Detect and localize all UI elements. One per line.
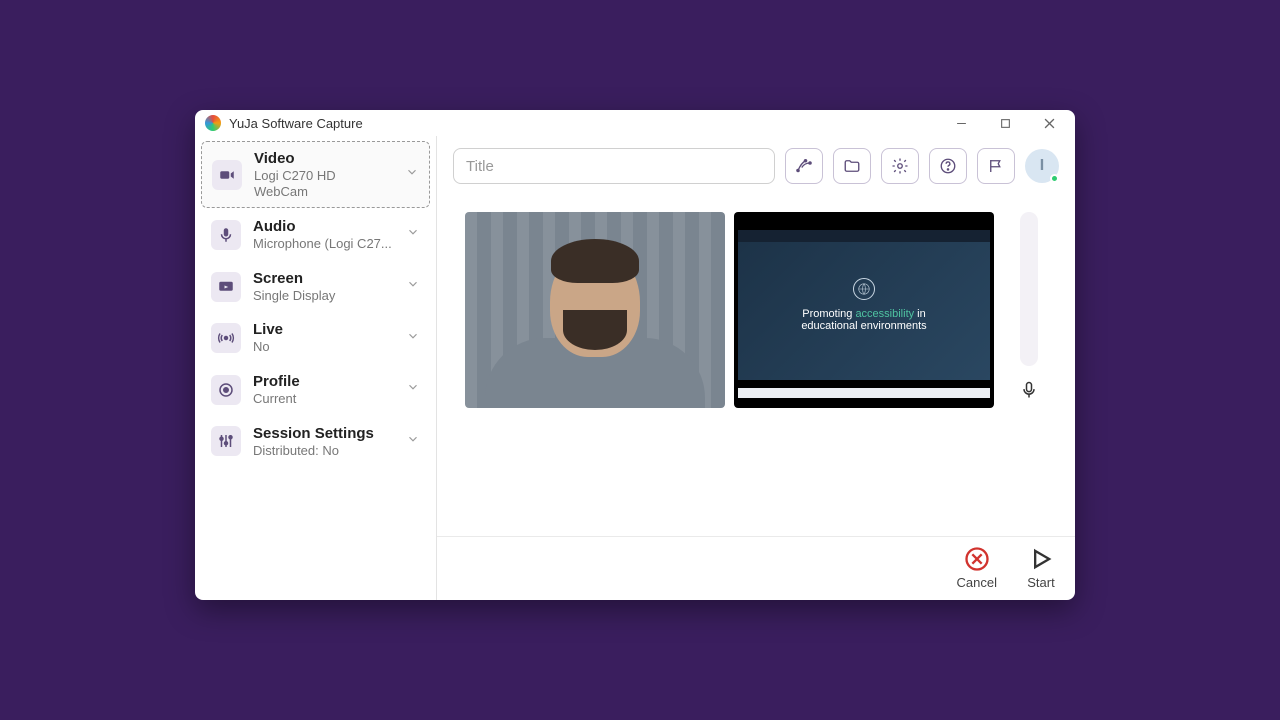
sidebar-item-profile[interactable]: Profile Current <box>201 365 430 415</box>
sidebar-item-sub: No <box>253 339 394 355</box>
sidebar-item-live[interactable]: Live No <box>201 313 430 363</box>
sidebar-item-session-settings[interactable]: Session Settings Distributed: No <box>201 417 430 467</box>
folder-icon <box>843 157 861 175</box>
maximize-icon <box>1000 118 1011 129</box>
sidebar-item-audio[interactable]: Audio Microphone (Logi C27... <box>201 210 430 260</box>
sidebar-item-sub: Single Display <box>253 288 394 304</box>
cancel-button[interactable]: Cancel <box>957 545 997 590</box>
help-icon <box>939 157 957 175</box>
sidebar-item-sub: Current <box>253 391 394 407</box>
flag-button[interactable] <box>977 148 1015 184</box>
app-icon <box>205 115 221 131</box>
library-button[interactable] <box>833 148 871 184</box>
sidebar-item-screen[interactable]: Screen Single Display <box>201 262 430 312</box>
chevron-down-icon <box>406 329 420 348</box>
app-window: YuJa Software Capture Video Logi C270 HD… <box>195 110 1075 600</box>
camera-preview[interactable] <box>465 212 725 408</box>
screen-preview[interactable]: Promoting accessibility in educational e… <box>734 212 994 408</box>
sidebar-item-label: Live <box>253 321 394 339</box>
sidebar-item-label: Video <box>254 150 393 168</box>
sidebar-item-label: Profile <box>253 373 394 391</box>
start-button[interactable]: Start <box>1027 545 1055 590</box>
chevron-down-icon <box>406 380 420 399</box>
chevron-down-icon <box>406 225 420 244</box>
annotate-icon <box>795 157 813 175</box>
globe-icon <box>853 278 875 300</box>
broadcast-icon <box>211 323 241 353</box>
avatar-initial: I <box>1040 157 1044 175</box>
sidebar-item-sub: Microphone (Logi C27... <box>253 236 394 252</box>
gear-icon <box>891 157 909 175</box>
minimize-icon <box>956 118 967 129</box>
screen-icon <box>211 272 241 302</box>
sidebar-item-label: Screen <box>253 270 394 288</box>
avatar[interactable]: I <box>1025 149 1059 183</box>
title-input[interactable] <box>453 148 775 184</box>
cancel-icon <box>963 545 991 573</box>
sidebar-item-sub: Logi C270 HD WebCam <box>254 168 393 199</box>
cancel-label: Cancel <box>957 575 997 590</box>
chevron-down-icon <box>406 277 420 296</box>
mic-level-meter <box>1020 212 1038 366</box>
screen-preview-line1: Promoting accessibility in <box>802 308 926 320</box>
settings-button[interactable] <box>881 148 919 184</box>
sliders-icon <box>211 426 241 456</box>
sidebar-item-video[interactable]: Video Logi C270 HD WebCam <box>201 141 430 208</box>
titlebar: YuJa Software Capture <box>195 110 1075 136</box>
microphone-icon <box>211 220 241 250</box>
flag-icon <box>987 157 1005 175</box>
target-icon <box>211 375 241 405</box>
start-label: Start <box>1027 575 1054 590</box>
window-title: YuJa Software Capture <box>229 116 939 131</box>
microphone-icon <box>1019 380 1039 400</box>
status-dot-online <box>1050 174 1059 183</box>
play-icon <box>1027 545 1055 573</box>
sidebar-item-sub: Distributed: No <box>253 443 394 459</box>
mic-level-panel <box>1013 212 1045 408</box>
minimize-button[interactable] <box>939 111 983 135</box>
preview-row: Promoting accessibility in educational e… <box>437 194 1075 536</box>
close-button[interactable] <box>1027 111 1071 135</box>
chevron-down-icon <box>405 165 419 184</box>
maximize-button[interactable] <box>983 111 1027 135</box>
chevron-down-icon <box>406 432 420 451</box>
close-icon <box>1044 118 1055 129</box>
camera-icon <box>212 160 242 190</box>
footer: Cancel Start <box>437 536 1075 600</box>
screen-preview-line2: educational environments <box>801 320 926 332</box>
topbar: I <box>437 136 1075 194</box>
help-button[interactable] <box>929 148 967 184</box>
sidebar: Video Logi C270 HD WebCam Audio Micropho… <box>195 136 437 600</box>
sidebar-item-label: Audio <box>253 218 394 236</box>
mic-toggle-button[interactable] <box>1013 372 1045 408</box>
sidebar-item-label: Session Settings <box>253 425 394 443</box>
main: I <box>437 136 1075 600</box>
annotate-button[interactable] <box>785 148 823 184</box>
